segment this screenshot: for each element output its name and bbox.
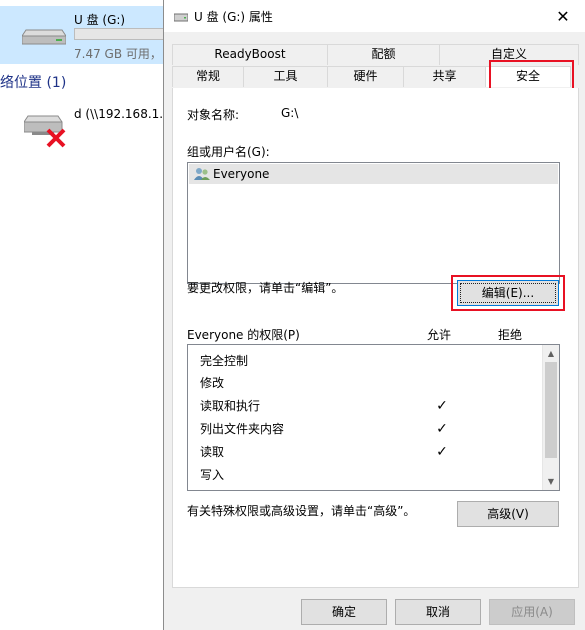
- tab-customize[interactable]: 自定义: [440, 44, 579, 65]
- scroll-down-icon[interactable]: ▼: [543, 473, 559, 490]
- tabs-row-1: ReadyBoost 配额 自定义: [172, 44, 579, 65]
- allow-check-icon: ✓: [436, 444, 448, 460]
- permission-name: 列出文件夹内容: [200, 422, 285, 436]
- usb-drive-icon: [21, 24, 67, 49]
- deny-header: 拒绝: [498, 328, 523, 342]
- tab-sharing[interactable]: 共享: [404, 66, 486, 87]
- table-row: 写入: [200, 464, 540, 486]
- advanced-hint: 有关特殊权限或高级设置，请单击“高级”。: [187, 504, 416, 518]
- cancel-button[interactable]: 取消: [395, 599, 481, 625]
- allow-check-icon: ✓: [436, 421, 448, 437]
- permissions-label: Everyone 的权限(P): [187, 328, 300, 342]
- edit-button[interactable]: 编辑(E)...: [457, 280, 559, 306]
- drive-capacity-bar: [74, 28, 174, 40]
- permission-name: 读取和执行: [200, 399, 261, 413]
- table-row: 列出文件夹内容 ✓: [200, 418, 540, 440]
- advanced-button[interactable]: 高级(V): [457, 501, 559, 527]
- drive-name: U 盘 (G:): [74, 13, 126, 27]
- table-row: 修改: [200, 372, 540, 394]
- close-icon: ✕: [556, 6, 570, 26]
- properties-dialog: U 盘 (G:) 属性 ✕ ReadyBoost 配额 自定义 常规 工具 硬件…: [163, 0, 585, 630]
- dialog-title: U 盘 (G:) 属性: [194, 10, 273, 24]
- change-permission-hint: 要更改权限，请单击“编辑”。: [187, 281, 344, 295]
- group-users-list[interactable]: Everyone: [187, 162, 560, 284]
- tab-quota[interactable]: 配额: [328, 44, 440, 65]
- tabs-row-2: 常规 工具 硬件 共享 安全: [172, 66, 571, 87]
- table-row: 读取和执行 ✓: [200, 395, 540, 417]
- disconnected-network-drive-icon: [23, 110, 72, 153]
- group-users-label: 组或用户名(G):: [187, 145, 270, 159]
- list-item[interactable]: Everyone: [189, 164, 558, 184]
- object-name-value: G:\: [281, 106, 299, 120]
- network-drive-name[interactable]: d (\\192.168.1.1: [74, 107, 171, 121]
- tab-hardware[interactable]: 硬件: [328, 66, 404, 87]
- user-name: Everyone: [213, 167, 270, 181]
- security-panel: 对象名称: G:\ 组或用户名(G): Everyone 要更改权限，请单击“编…: [172, 88, 579, 588]
- tab-general[interactable]: 常规: [172, 66, 244, 87]
- permission-name: 完全控制: [200, 354, 249, 368]
- permissions-list[interactable]: 完全控制 修改 读取和执行 ✓ 列出文件夹内容 ✓ 读取 ✓ 写入 ▲ ▼: [187, 344, 560, 491]
- tab-readyboost[interactable]: ReadyBoost: [172, 44, 328, 65]
- drive-free-space: 7.47 GB 可用，: [74, 47, 162, 61]
- permission-name: 修改: [200, 376, 225, 390]
- apply-button[interactable]: 应用(A): [489, 599, 575, 625]
- ok-button[interactable]: 确定: [301, 599, 387, 625]
- permission-name: 写入: [200, 468, 225, 482]
- table-row: 完全控制: [200, 350, 540, 372]
- scroll-up-icon[interactable]: ▲: [543, 345, 559, 362]
- network-location-header[interactable]: 络位置 (1): [0, 72, 66, 92]
- users-group-icon: [193, 166, 211, 188]
- permission-name: 读取: [200, 445, 225, 459]
- drive-title-icon: [173, 11, 189, 25]
- permissions-scrollbar[interactable]: ▲ ▼: [542, 345, 559, 490]
- tab-security[interactable]: 安全: [486, 66, 571, 87]
- close-button[interactable]: ✕: [540, 0, 585, 32]
- table-row: 读取 ✓: [200, 441, 540, 463]
- explorer-background: U 盘 (G:) 7.47 GB 可用， 络位置 (1) d (\\192.16…: [0, 0, 174, 630]
- allow-check-icon: ✓: [436, 398, 448, 414]
- allow-header: 允许: [427, 328, 452, 342]
- object-name-label: 对象名称:: [187, 108, 240, 122]
- tab-tools[interactable]: 工具: [244, 66, 328, 87]
- scroll-thumb[interactable]: [545, 362, 557, 458]
- dialog-titlebar[interactable]: U 盘 (G:) 属性 ✕: [164, 0, 585, 32]
